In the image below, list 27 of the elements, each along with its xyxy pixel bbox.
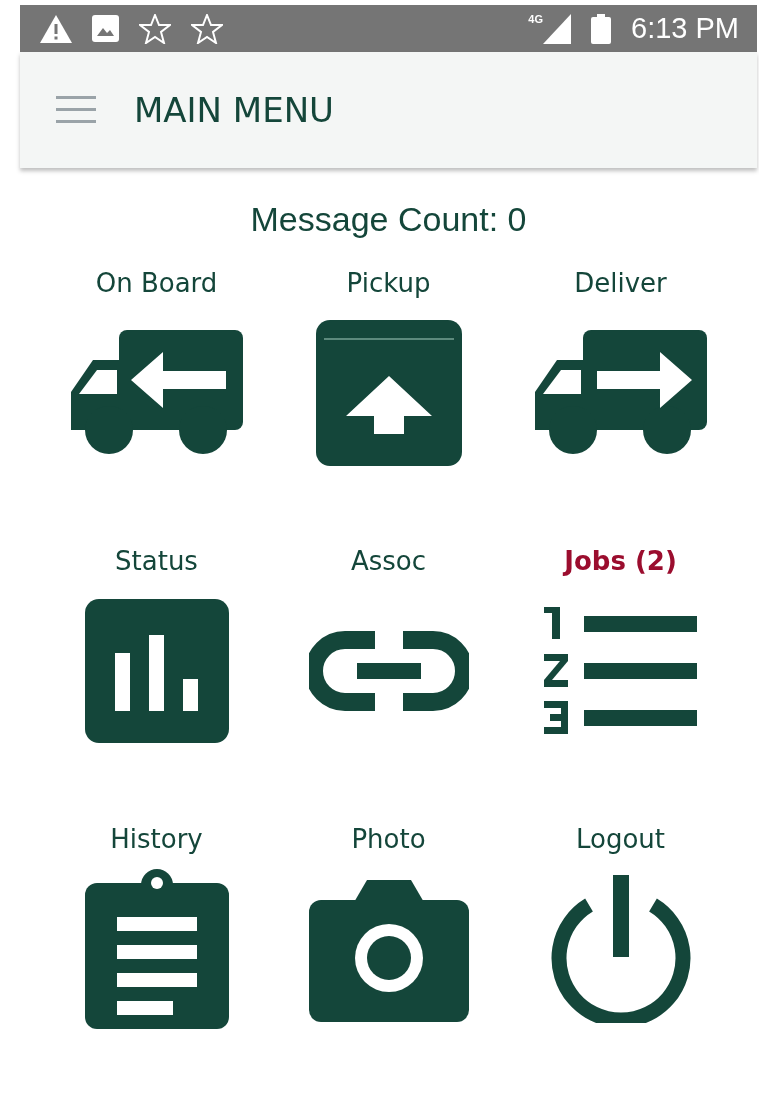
signal-icon bbox=[543, 13, 571, 44]
network-label: 4G bbox=[528, 13, 543, 25]
menu-tile[interactable]: Pickup bbox=[272, 263, 505, 483]
menu-tile[interactable]: History bbox=[40, 819, 273, 1039]
message-count: Message Count: 0 bbox=[249, 200, 528, 239]
star-icon bbox=[139, 13, 171, 44]
menu-tile[interactable]: Jobs (2) bbox=[504, 541, 737, 761]
star-icon bbox=[191, 13, 223, 44]
box-icon bbox=[315, 320, 462, 466]
menu-tile[interactable]: Deliver bbox=[504, 263, 737, 483]
battery-icon bbox=[591, 13, 611, 44]
menu-icon[interactable] bbox=[56, 96, 96, 124]
menu-tile[interactable]: Assoc bbox=[272, 541, 505, 761]
menu-tile[interactable]: On Board bbox=[40, 263, 273, 483]
image-icon bbox=[92, 15, 119, 42]
menu-tile[interactable]: Photo bbox=[272, 819, 505, 1039]
bar-chart-icon bbox=[84, 599, 229, 743]
numbered-list-icon bbox=[543, 607, 698, 735]
warning-icon bbox=[40, 14, 72, 43]
link-icon bbox=[308, 630, 469, 712]
clock-time: 6:13 PM bbox=[631, 12, 739, 45]
screen-title: MAIN MENU bbox=[134, 90, 334, 130]
menu-tile[interactable]: Logout bbox=[504, 819, 737, 1039]
clipboard-icon bbox=[84, 869, 229, 1029]
truck-icon bbox=[534, 330, 707, 456]
truck-icon bbox=[70, 330, 243, 456]
menu-tile[interactable]: Status bbox=[40, 541, 273, 761]
